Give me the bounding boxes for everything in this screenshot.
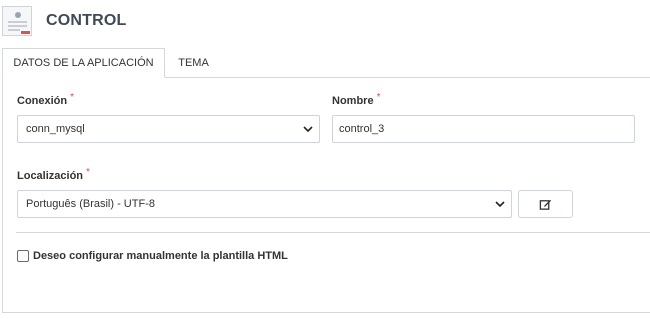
icon-line	[8, 29, 20, 31]
chevron-down-icon	[303, 126, 313, 133]
required-marker: *	[376, 92, 381, 103]
locale-select[interactable]: Português (Brasil) - UTF-8	[17, 190, 512, 218]
tab-datos-aplicacion[interactable]: DATOS DE LA APLICACIÓN	[2, 48, 165, 78]
name-label-text: Nombre	[332, 95, 374, 107]
required-marker: *	[86, 167, 90, 178]
avatar-dot	[15, 12, 21, 18]
connection-select-value: conn_mysql	[26, 123, 85, 135]
manual-template-checkbox[interactable]	[17, 250, 29, 262]
icon-red-bar	[21, 31, 30, 34]
name-input-value: control_3	[339, 123, 385, 135]
edit-icon	[539, 199, 552, 210]
page-title: CONTROL	[46, 12, 127, 29]
tab-bar: DATOS DE LA APLICACIÓN TEMA	[0, 48, 650, 78]
locale-label: Localización *	[17, 167, 90, 182]
manual-template-option[interactable]: Deseo configurar manualmente la plantill…	[17, 250, 288, 262]
section-divider	[16, 232, 650, 233]
name-input[interactable]: control_3	[332, 115, 635, 143]
app-form-icon	[2, 6, 32, 36]
locale-select-value: Português (Brasil) - UTF-8	[26, 198, 155, 210]
locale-edit-button[interactable]	[518, 190, 573, 218]
icon-line	[8, 21, 27, 23]
manual-template-label: Deseo configurar manualmente la plantill…	[33, 250, 288, 262]
page-header: CONTROL	[0, 0, 650, 42]
name-label: Nombre *	[332, 92, 381, 107]
tab-tema[interactable]: TEMA	[165, 48, 222, 78]
connection-label: Conexión *	[17, 92, 75, 107]
connection-label-text: Conexión	[17, 95, 68, 107]
connection-select[interactable]: conn_mysql	[17, 115, 320, 143]
icon-line	[8, 25, 27, 27]
required-marker: *	[70, 92, 75, 103]
locale-label-text: Localización	[17, 170, 84, 182]
chevron-down-icon	[495, 201, 505, 208]
